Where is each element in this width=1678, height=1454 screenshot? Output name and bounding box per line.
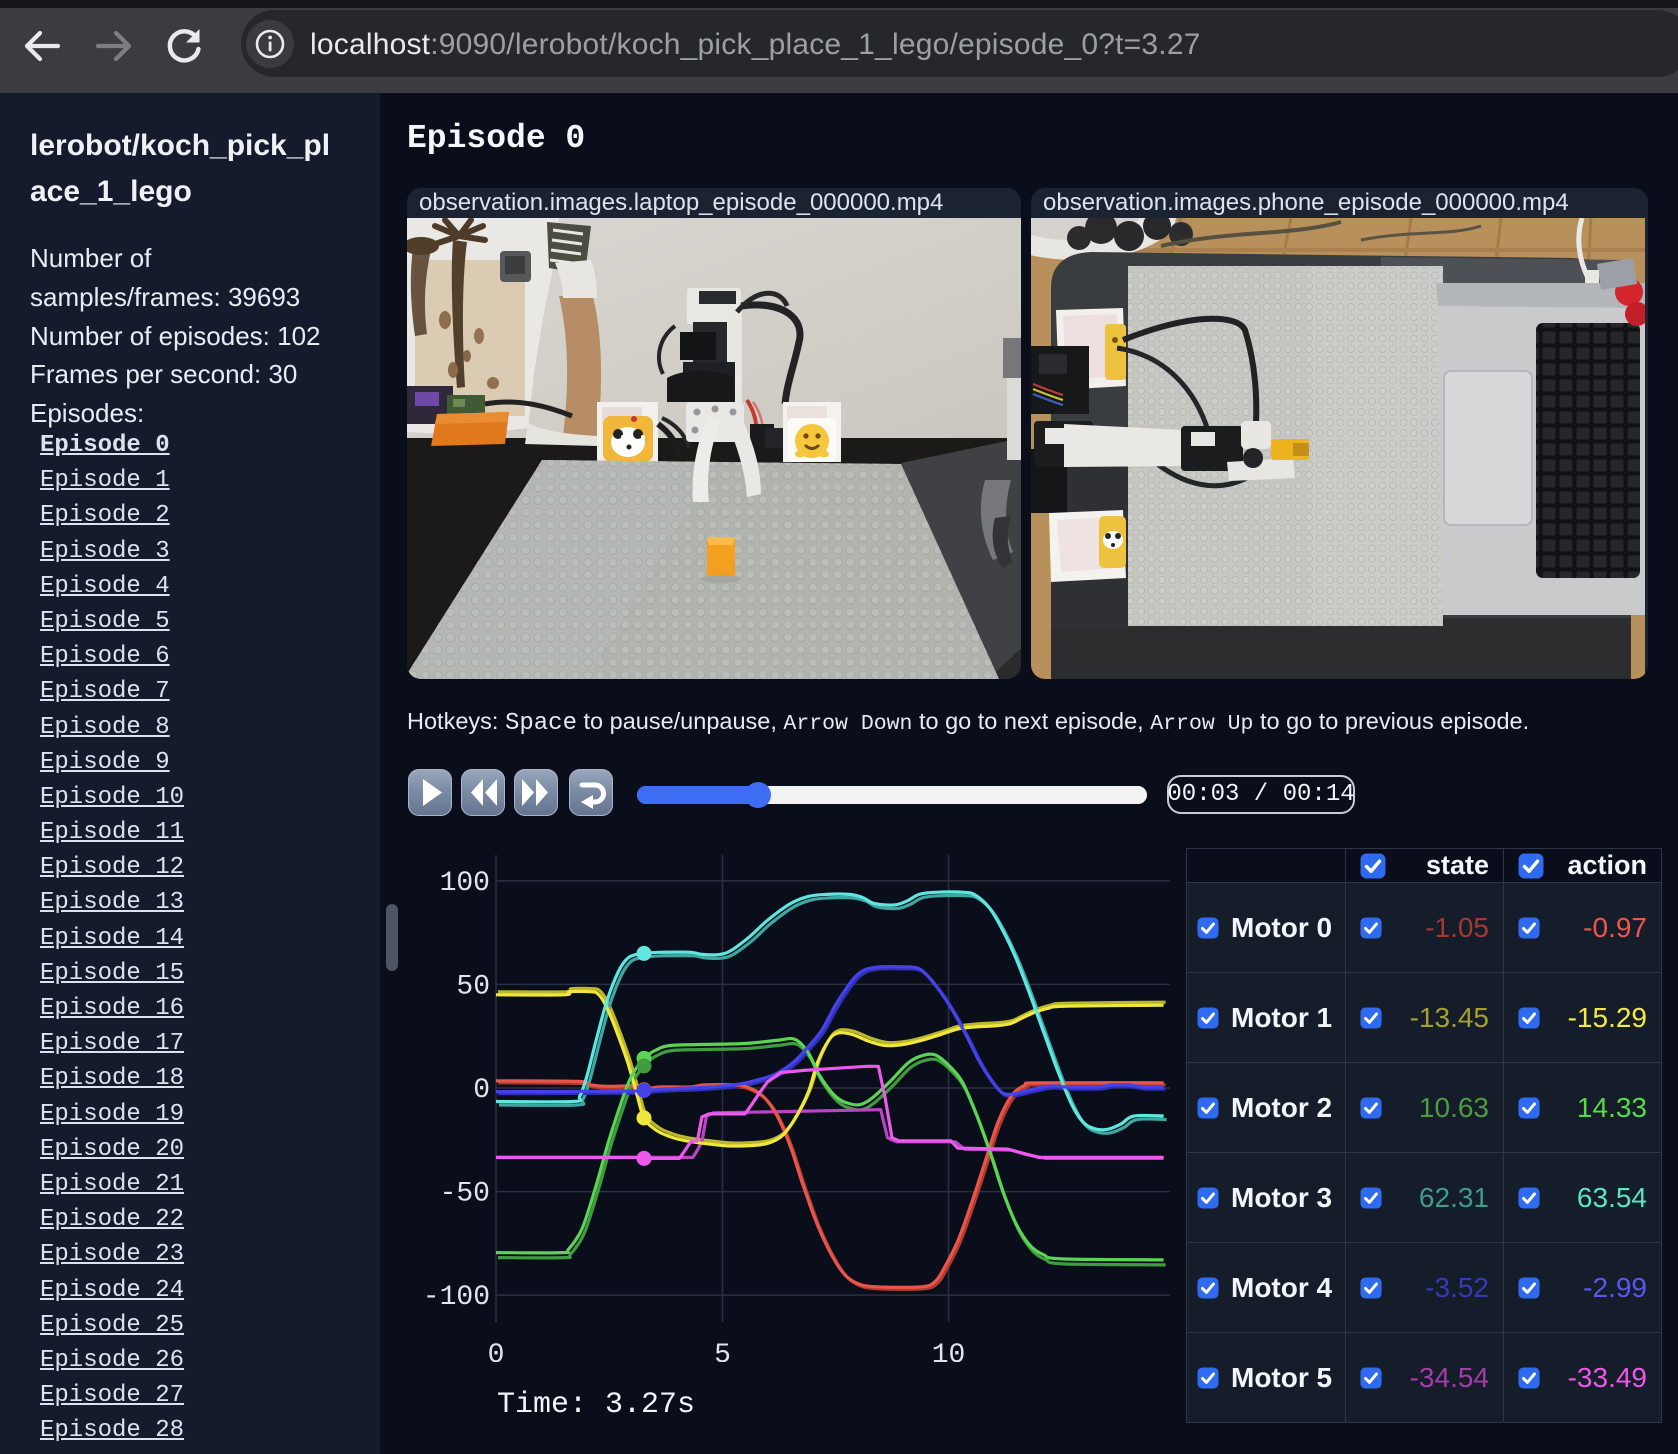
svg-text:0: 0 [488, 1340, 505, 1362]
svg-text:5: 5 [714, 1340, 731, 1362]
svg-text:50: 50 [456, 971, 490, 1002]
svg-text:100: 100 [440, 868, 490, 899]
svg-text:10: 10 [932, 1340, 966, 1362]
svg-text:-100: -100 [423, 1282, 490, 1313]
svg-text:0: 0 [473, 1075, 490, 1106]
svg-text:-50: -50 [440, 1179, 490, 1210]
